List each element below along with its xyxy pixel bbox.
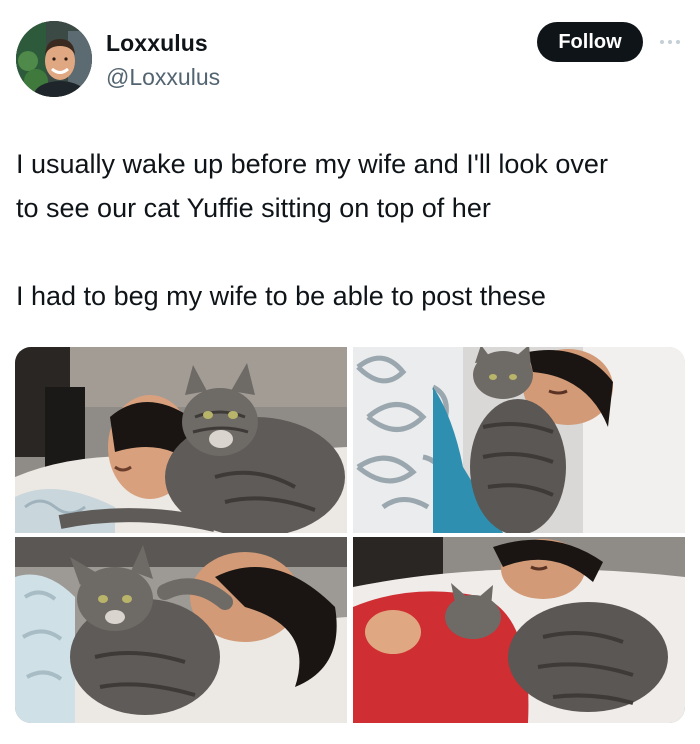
author-avatar[interactable] [16, 21, 92, 97]
photo-2[interactable] [353, 347, 685, 533]
photo-1-image [15, 347, 347, 533]
more-dot [668, 40, 672, 44]
avatar-image [16, 21, 92, 97]
more-options-icon[interactable] [655, 32, 685, 52]
photo-4[interactable] [353, 537, 685, 723]
more-dot [676, 40, 680, 44]
tweet-paragraph: I had to beg my wife to be able to post … [16, 281, 546, 311]
more-dot [660, 40, 664, 44]
photo-3-image [15, 537, 347, 723]
photo-4-image [353, 537, 685, 723]
photo-1[interactable] [15, 347, 347, 533]
photo-3[interactable] [15, 537, 347, 723]
photo-2-image [353, 347, 685, 533]
media-grid [15, 347, 685, 723]
tweet-paragraph: I usually wake up before my wife and I'l… [16, 149, 608, 223]
tweet-card: Loxxulus @Loxxulus Follow I usually wake… [0, 0, 700, 744]
tweet-text: I usually wake up before my wife and I'l… [16, 142, 686, 318]
follow-button[interactable]: Follow [537, 22, 643, 62]
author-handle[interactable]: @Loxxulus [106, 62, 220, 92]
author-display-name[interactable]: Loxxulus [106, 28, 208, 58]
